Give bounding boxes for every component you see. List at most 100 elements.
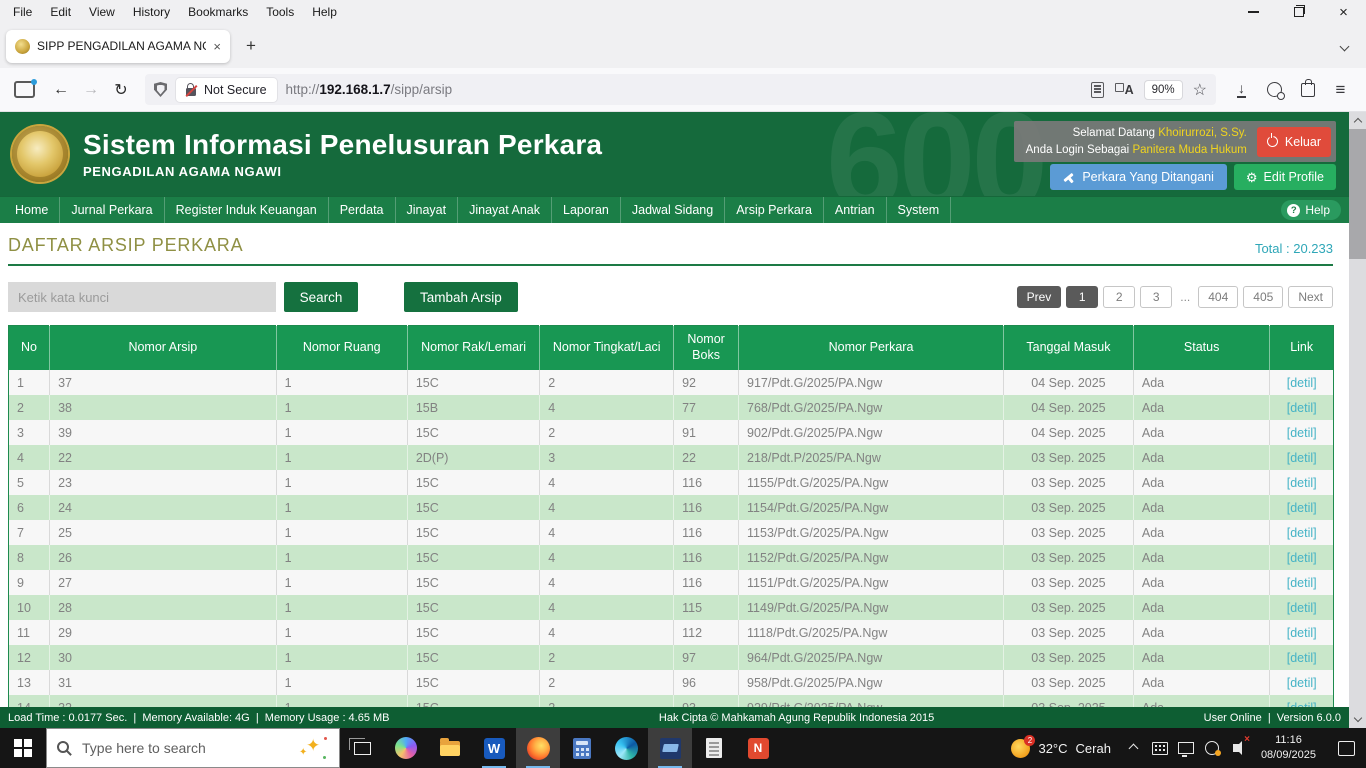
detail-link[interactable]: [detil] [1270,620,1334,645]
reader-mode-icon[interactable] [1091,82,1104,98]
menu-view[interactable]: View [80,0,124,24]
forward-button[interactable]: → [77,76,105,104]
menu-help[interactable]: Help [303,0,346,24]
translate-icon[interactable]: A [1115,83,1134,97]
weather-widget[interactable]: 2 32°C Cerah [1001,728,1120,768]
detail-link[interactable]: [detil] [1270,595,1334,620]
tambah-arsip-button[interactable]: Tambah Arsip [404,282,518,312]
menu-file[interactable]: File [4,0,41,24]
help-button[interactable]: ? Help [1281,200,1341,220]
menu-bookmarks[interactable]: Bookmarks [179,0,257,24]
pagination-prev[interactable]: Prev [1017,286,1062,308]
detail-link[interactable]: [detil] [1270,645,1334,670]
table-row: 137115C292917/Pdt.G/2025/PA.Ngw04 Sep. 2… [9,370,1334,395]
start-button[interactable] [0,728,46,768]
scroll-up-icon[interactable] [1349,114,1366,130]
nav-item-jinayat-anak[interactable]: Jinayat Anak [458,197,552,223]
action-center-button[interactable] [1326,728,1366,768]
pagination-404[interactable]: 404 [1198,286,1238,308]
clock[interactable]: 11:16 08/09/2025 [1251,728,1326,768]
detail-link[interactable]: [detil] [1270,520,1334,545]
nav-item-jadwal-sidang[interactable]: Jadwal Sidang [621,197,725,223]
sync-tray-icon[interactable] [1199,728,1225,768]
nav-item-register-induk-keuangan[interactable]: Register Induk Keuangan [165,197,329,223]
restore-button[interactable] [1276,0,1321,24]
reload-button[interactable]: ↻ [107,76,135,104]
app-menu-icon[interactable]: ≡ [1325,75,1356,105]
edit-profile-button[interactable]: ⚙ Edit Profile [1234,164,1336,190]
detail-link[interactable]: [detil] [1270,395,1334,420]
cell: 15C [407,420,539,445]
nav-item-laporan[interactable]: Laporan [552,197,621,223]
browser-tab[interactable]: SIPP PENGADILAN AGAMA NG × [6,30,230,63]
detail-link[interactable]: [detil] [1270,420,1334,445]
firefox-view-icon[interactable] [14,81,35,98]
detail-link[interactable]: [detil] [1270,695,1334,707]
nav-item-antrian[interactable]: Antrian [824,197,887,223]
file-explorer-button[interactable] [428,728,472,768]
account-icon[interactable] [1259,75,1290,105]
pagination-1[interactable]: 1 [1066,286,1098,308]
cell: 1 [276,445,407,470]
edge-button[interactable] [604,728,648,768]
menu-edit[interactable]: Edit [41,0,80,24]
document-app-button[interactable] [692,728,736,768]
list-tabs-chevron-icon[interactable] [1341,37,1360,55]
detail-link[interactable]: [detil] [1270,545,1334,570]
menu-history[interactable]: History [124,0,179,24]
scrollbar[interactable] [1349,112,1366,728]
detail-link[interactable]: [detil] [1270,495,1334,520]
tray-expand-button[interactable] [1121,728,1147,768]
nav-item-arsip-perkara[interactable]: Arsip Perkara [725,197,824,223]
touch-keyboard-icon[interactable] [1147,728,1173,768]
nav-item-home[interactable]: Home [4,197,60,223]
detail-link[interactable]: [detil] [1270,670,1334,695]
logout-button[interactable]: Keluar [1257,127,1331,157]
scrollbar-thumb[interactable] [1349,129,1366,259]
nitro-pdf-button[interactable]: N [736,728,780,768]
nav-item-jinayat[interactable]: Jinayat [396,197,459,223]
firefox-button[interactable] [516,728,560,768]
close-button[interactable]: × [1321,0,1366,24]
cell: 91 [674,420,739,445]
zoom-level[interactable]: 90% [1145,81,1182,99]
scroll-down-icon[interactable] [1349,710,1366,726]
detail-link[interactable]: [detil] [1270,370,1334,395]
perkara-yang-ditangani-button[interactable]: Perkara Yang Ditangani [1050,164,1227,190]
minimize-button[interactable] [1231,0,1276,24]
word-button[interactable]: W [472,728,516,768]
search-button[interactable]: Search [284,282,358,312]
pagination-2[interactable]: 2 [1103,286,1135,308]
cell: 1 [276,470,407,495]
new-tab-button[interactable]: + [236,31,266,61]
calculator-button[interactable] [560,728,604,768]
not-secure-chip[interactable]: Not Secure [176,78,277,102]
tab-close-icon[interactable]: × [213,39,221,54]
bookmark-star-icon[interactable]: ☆ [1193,80,1207,100]
taskbar-search[interactable]: Type here to search ✦✦ [46,728,340,768]
scan-app-button[interactable] [648,728,692,768]
downloads-icon[interactable]: ↓ [1226,75,1257,105]
nav-item-jurnal-perkara[interactable]: Jurnal Perkara [60,197,164,223]
cell: 15C [407,595,539,620]
shield-icon[interactable] [154,82,167,97]
detail-link[interactable]: [detil] [1270,570,1334,595]
nav-item-perdata[interactable]: Perdata [329,197,396,223]
menu-tools[interactable]: Tools [257,0,303,24]
copilot-button[interactable] [384,728,428,768]
cell: 4 [540,495,674,520]
search-input[interactable] [8,282,276,312]
back-button[interactable]: ← [47,76,75,104]
nav-item-system[interactable]: System [887,197,952,223]
detail-link[interactable]: [detil] [1270,470,1334,495]
pagination-405[interactable]: 405 [1243,286,1283,308]
volume-muted-icon[interactable]: × [1225,728,1251,768]
url-bar[interactable]: Not Secure http://192.168.1.7/sipp/arsip… [145,74,1216,105]
cell: 15C [407,520,539,545]
pagination-next[interactable]: Next [1288,286,1333,308]
pagination-3[interactable]: 3 [1140,286,1172,308]
detail-link[interactable]: [detil] [1270,445,1334,470]
extensions-icon[interactable] [1292,75,1323,105]
task-view-button[interactable] [340,728,384,768]
display-tray-icon[interactable] [1173,728,1199,768]
